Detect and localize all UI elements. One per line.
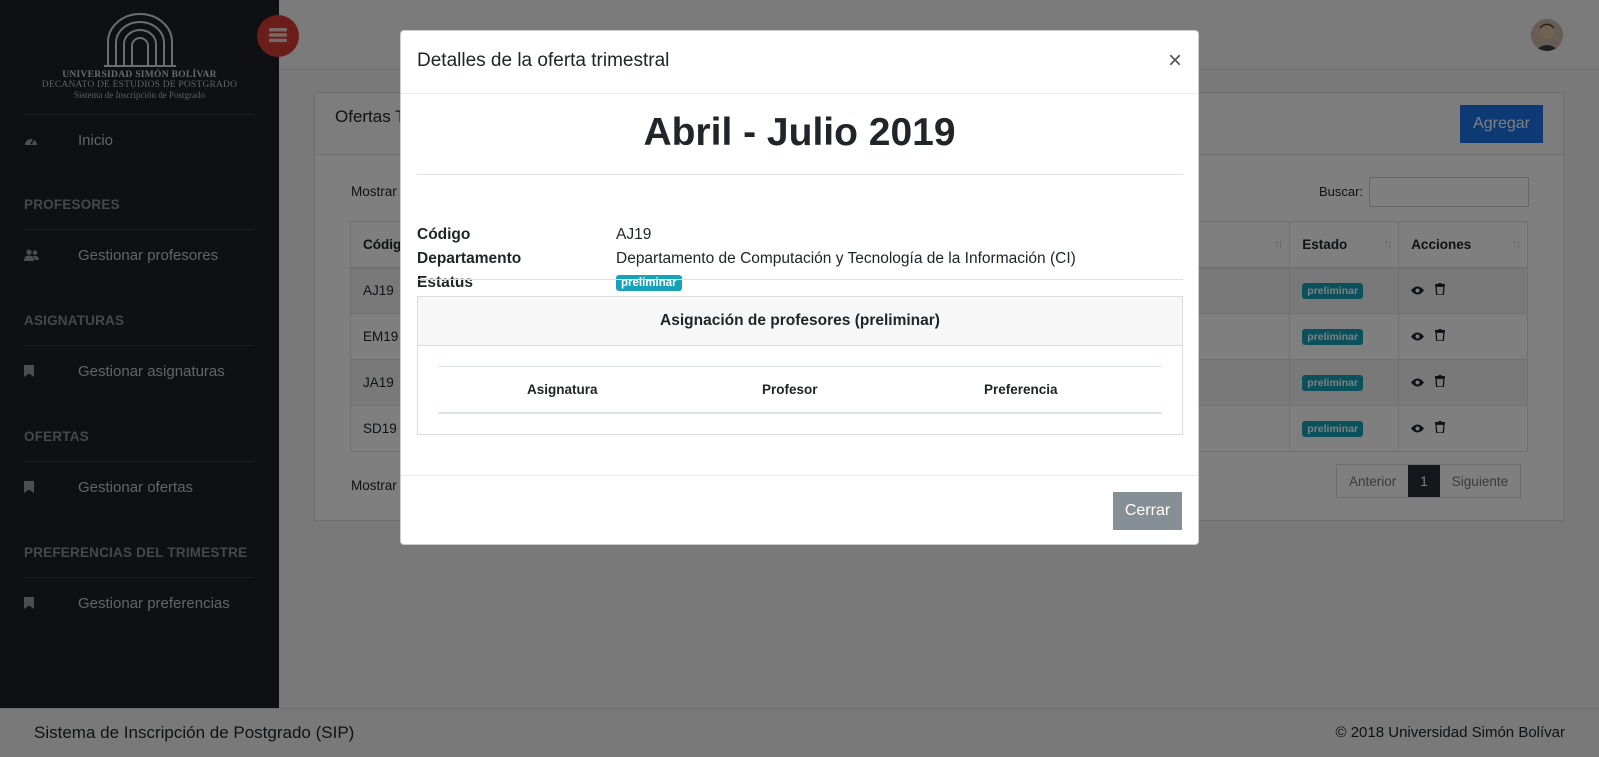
modal-header: Detalles de la oferta trimestral × xyxy=(401,31,1198,94)
close-icon[interactable]: × xyxy=(1168,47,1182,75)
department-label: Departamento xyxy=(417,250,522,267)
period-heading: Abril - Julio 2019 xyxy=(643,111,956,154)
close-button[interactable]: Cerrar xyxy=(1113,492,1182,530)
divider xyxy=(417,174,1183,175)
status-label: Estatus xyxy=(417,274,473,291)
column-header-asignatura: Asignatura xyxy=(527,382,598,397)
code-label: Código xyxy=(417,226,471,243)
department-value: Departamento de Computación y Tecnología… xyxy=(616,250,1076,267)
assignment-table-header: Asignatura Profesor Preferencia xyxy=(438,366,1162,414)
code-value: AJ19 xyxy=(616,226,652,243)
modal-title: Detalles de la oferta trimestral xyxy=(417,50,670,71)
details-list: Código AJ19 Departamento Departamento de… xyxy=(417,223,1076,295)
assignment-panel: Asignación de profesores (preliminar) As… xyxy=(417,296,1183,435)
status-badge: preliminar xyxy=(616,275,682,291)
assignment-title: Asignación de profesores (preliminar) xyxy=(418,297,1182,346)
divider xyxy=(417,279,1183,280)
column-header-preferencia: Preferencia xyxy=(984,382,1058,397)
oferta-details-modal: Detalles de la oferta trimestral × Abril… xyxy=(400,30,1199,545)
column-header-profesor: Profesor xyxy=(762,382,818,397)
modal-footer: Cerrar xyxy=(401,475,1198,546)
